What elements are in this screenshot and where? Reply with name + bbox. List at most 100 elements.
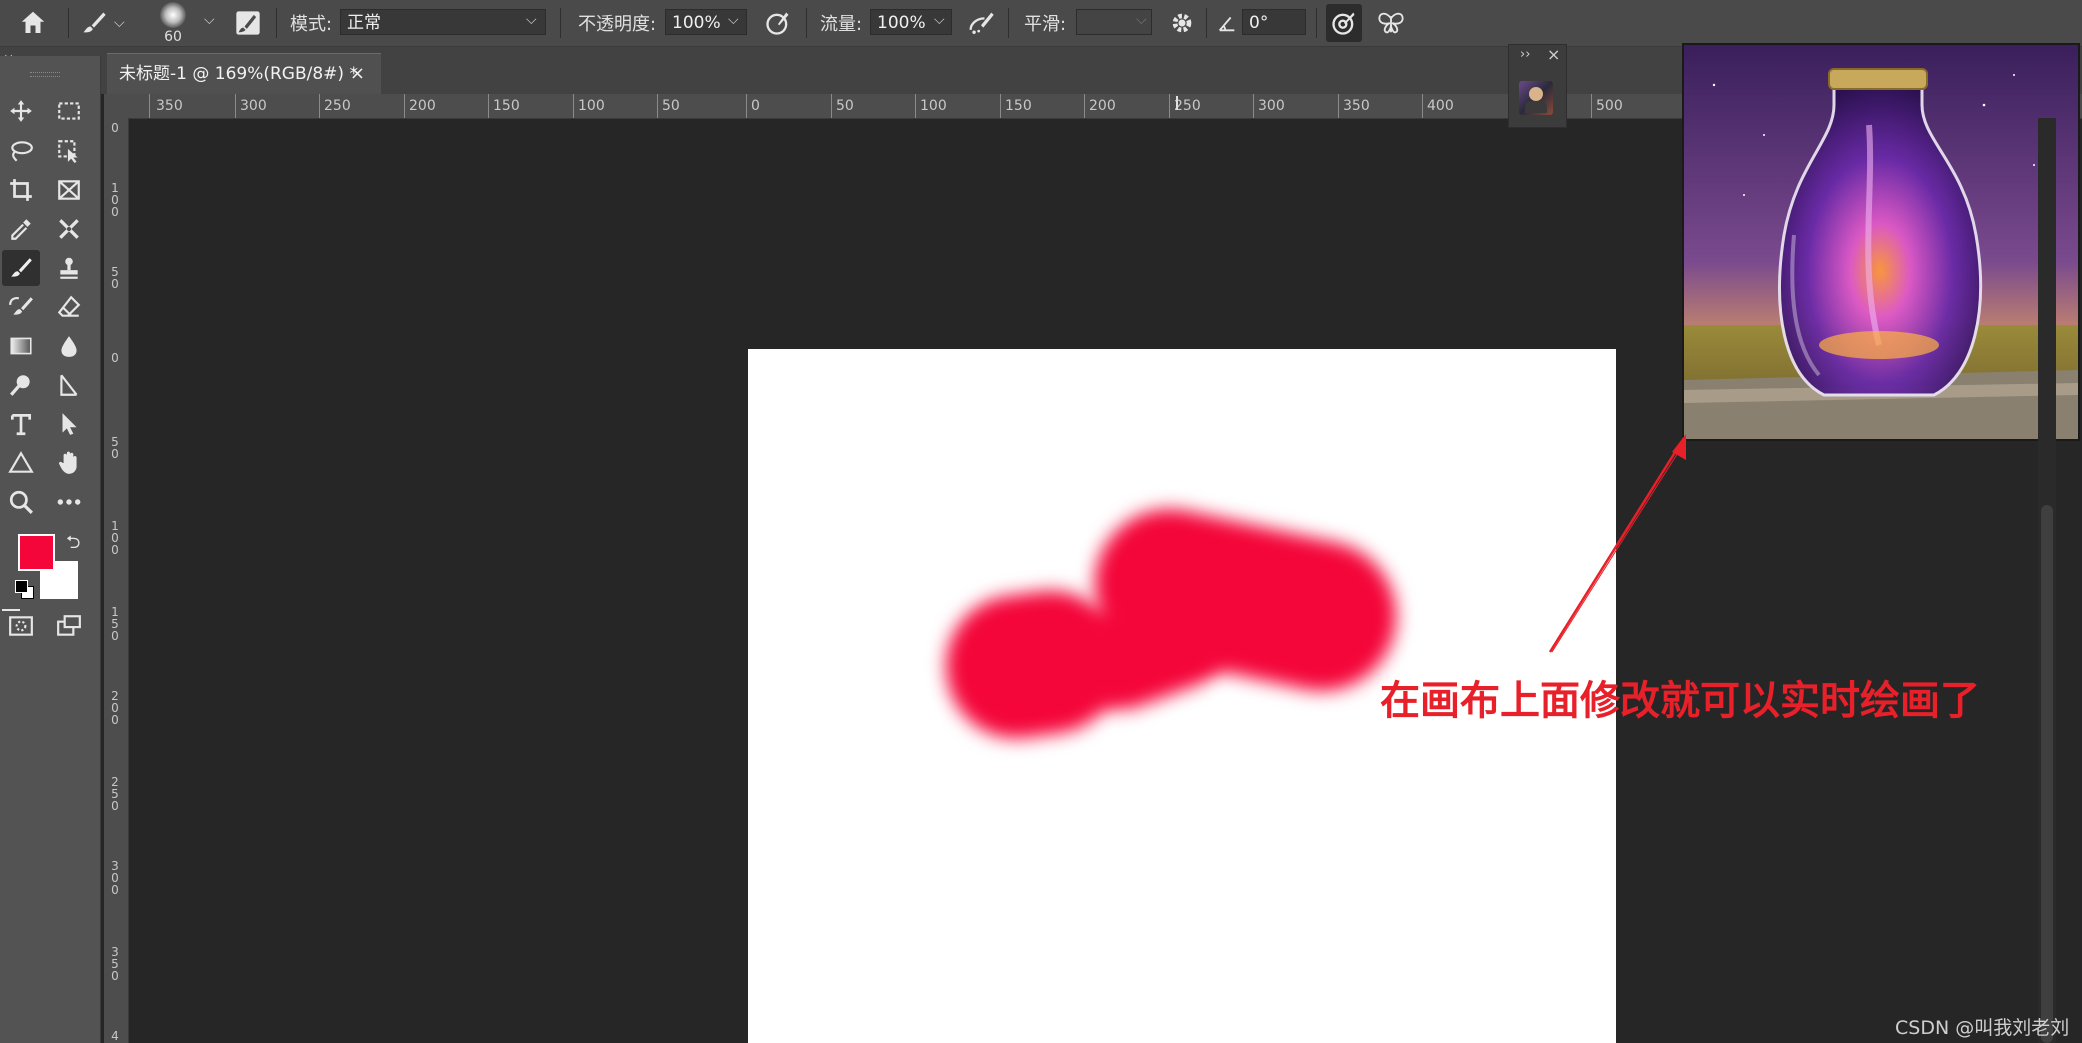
flow-label: 流量: [820, 14, 863, 35]
type-tool[interactable] [2, 406, 40, 442]
mode-label: 模式: [290, 14, 333, 35]
pressure-size-button[interactable] [1326, 4, 1362, 42]
chevron-down-icon[interactable]: ⌵ [204, 12, 215, 28]
rect-marquee-icon [58, 102, 80, 120]
airbrush-button[interactable] [966, 0, 996, 46]
document-tab[interactable]: 未标题-1 @ 169%(RGB/8#) * × [107, 53, 381, 94]
galaxy-bottle-image [1684, 45, 2078, 439]
generated-preview-image[interactable] [1682, 43, 2080, 441]
brush-panel-icon [236, 11, 260, 35]
ruler-label: 100 [111, 519, 119, 557]
chevron-down-icon[interactable]: ⌵ [934, 12, 945, 28]
history-brush-icon [9, 296, 33, 315]
angle-input[interactable]: 0° [1242, 9, 1306, 35]
ruler-label: 150 [1005, 98, 1032, 114]
dodge-icon [10, 375, 30, 396]
home-icon [21, 11, 45, 33]
pen-tool[interactable] [50, 367, 88, 403]
healing-tool[interactable] [50, 211, 88, 247]
eraser-tool[interactable] [50, 289, 88, 325]
gradient-tool[interactable] [2, 328, 40, 364]
ruler-label: 150 [493, 98, 520, 114]
ruler-label: 4 [111, 1029, 119, 1043]
options-bar: ⌵ 60 ⌵ 模式: 正常 ⌵ 不透明度: 100% ⌵ 流量: 100% ⌵ … [0, 0, 2082, 47]
marquee-tool[interactable] [50, 93, 88, 129]
home-button[interactable] [18, 0, 48, 46]
arrow-pointer-icon [62, 413, 77, 435]
crop-icon [10, 179, 32, 201]
triangle-icon [8, 451, 34, 473]
swap-colors-icon[interactable]: ⮌ [66, 530, 80, 560]
pressure-pen-icon [766, 12, 789, 35]
brush-icon [83, 12, 106, 33]
cursor-marker [1176, 96, 1178, 110]
quick-mask-icon [9, 616, 33, 636]
mode-select[interactable]: 正常 [340, 9, 546, 35]
angle-value: 0° [1249, 13, 1269, 33]
ruler-label: 500 [1596, 98, 1623, 114]
hand-icon [59, 451, 77, 474]
ellipsis-icon [57, 499, 81, 505]
move-icon [10, 100, 32, 122]
brush-settings-toggle[interactable] [234, 0, 262, 46]
flow-value: 100% [877, 13, 926, 33]
chevron-down-icon[interactable]: ⌵ [728, 12, 739, 28]
object-select-tool[interactable] [50, 133, 88, 169]
path-select-tool[interactable] [50, 406, 88, 442]
butterfly-icon [1378, 12, 1404, 34]
brush-size-picker[interactable]: 60 [160, 0, 186, 46]
eyedropper-tool[interactable] [2, 211, 40, 247]
brush-icon [11, 258, 32, 277]
pressure-opacity-button[interactable] [764, 0, 792, 46]
brush-tool[interactable] [2, 250, 40, 286]
brush-tip-icon [160, 2, 186, 28]
chevron-down-icon: ⌵ [114, 15, 125, 31]
ruler-label: 250 [1174, 98, 1201, 114]
lasso-tool[interactable] [2, 133, 40, 169]
ruler-label: 50 [111, 265, 119, 291]
panel-close-icon[interactable]: × [1547, 45, 1560, 64]
stamp-icon [60, 257, 78, 279]
ruler-label: 250 [324, 98, 351, 114]
ruler-label: 150 [111, 605, 119, 643]
dodge-tool[interactable] [2, 367, 40, 403]
eyedropper-icon [11, 219, 31, 240]
symmetry-button[interactable] [1376, 0, 1406, 46]
more-tools-button[interactable] [50, 484, 88, 520]
frame-tool[interactable] [50, 172, 88, 208]
panel-grip[interactable] [30, 72, 60, 77]
panel-expand-icon[interactable]: ›› [1520, 47, 1530, 62]
screen-mode-button[interactable] [50, 608, 88, 644]
history-brush-tool[interactable] [2, 289, 40, 325]
zoom-tool[interactable] [2, 484, 40, 520]
crop-tool[interactable] [2, 172, 40, 208]
lasso-icon [11, 141, 33, 162]
ruler-label: 300 [111, 859, 119, 897]
healing-icon [59, 219, 79, 239]
clone-stamp-tool[interactable] [50, 250, 88, 286]
gradient-icon [10, 337, 32, 355]
ruler-label: 50 [111, 435, 119, 461]
hand-tool[interactable] [50, 445, 88, 481]
tool-preset-picker[interactable]: ⌵ [80, 0, 125, 46]
default-colors-icon[interactable] [15, 580, 34, 599]
plugin-avatar-icon[interactable] [1519, 81, 1553, 115]
quick-mask-button[interactable] [2, 608, 40, 644]
pressure-size-icon [1332, 12, 1355, 35]
ruler-label: 0 [111, 351, 119, 365]
vertical-ruler[interactable]: 0 100 50 0 50 100 150 200 250 300 350 4 [104, 118, 129, 1043]
blur-tool[interactable] [50, 328, 88, 364]
opacity-value: 100% [672, 13, 721, 33]
annotation-text: 在画布上面修改就可以实时绘画了 [1380, 678, 1980, 724]
shape-tool[interactable] [2, 445, 40, 481]
ruler-label: 200 [409, 98, 436, 114]
eraser-icon [57, 295, 81, 317]
smoothing-options-button[interactable] [1168, 0, 1196, 46]
tab-close-icon[interactable]: × [350, 54, 365, 94]
ruler-label: 50 [836, 98, 854, 114]
move-tool[interactable] [2, 93, 40, 129]
frame-icon [58, 180, 80, 200]
scrollbar-thumb[interactable] [2041, 505, 2053, 1043]
mode-value: 正常 [347, 13, 381, 33]
foreground-color-swatch[interactable] [18, 534, 55, 571]
